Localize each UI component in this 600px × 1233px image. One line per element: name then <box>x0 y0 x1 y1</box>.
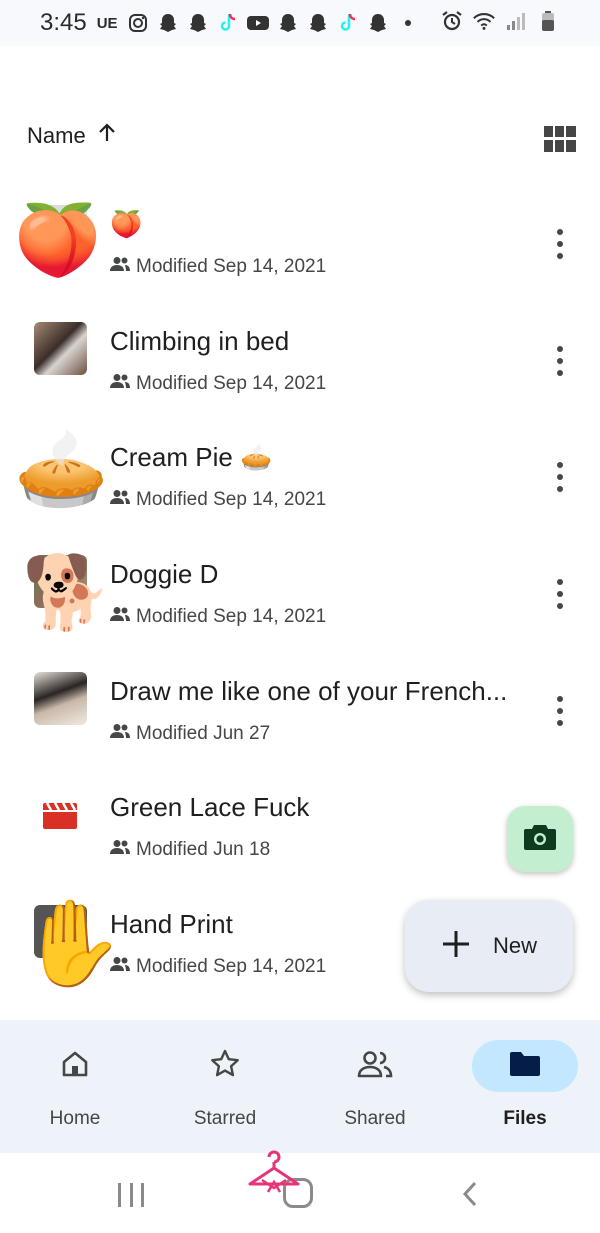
new-button[interactable]: New <box>405 900 573 992</box>
file-meta: Modified Sep 14, 2021 <box>110 256 326 278</box>
instagram-icon <box>126 11 150 35</box>
snapchat-icon <box>276 11 300 35</box>
battery-icon <box>536 9 560 33</box>
file-title: Doggie D <box>110 559 219 590</box>
nav-starred[interactable]: Starred <box>150 1020 300 1153</box>
nav-home-label: Home <box>49 1108 101 1129</box>
file-modified: Modified Sep 14, 2021 <box>136 956 327 978</box>
file-row[interactable]: 🍑 🍑 Modified Sep 14, 2021 <box>0 185 600 302</box>
more-options-icon[interactable] <box>550 462 570 493</box>
file-title: Climbing in bed <box>110 325 290 356</box>
file-row[interactable]: 🐕 Doggie D Modified Sep 14, 2021 <box>0 535 600 652</box>
raised-hand-emoji-icon: ✋ <box>20 896 125 991</box>
peach-emoji-icon: 🍑 <box>14 201 102 279</box>
nav-home[interactable]: Home <box>0 1020 150 1153</box>
file-thumbnail <box>34 671 87 725</box>
home-icon <box>60 1049 90 1084</box>
notification-icons <box>126 11 420 35</box>
arrow-up-icon <box>96 122 118 149</box>
file-title: Draw me like one of your French... <box>110 675 508 706</box>
more-options-icon[interactable] <box>550 229 570 259</box>
file-meta: Modified Sep 14, 2021 <box>110 606 326 628</box>
folder-icon <box>508 1050 542 1083</box>
nav-home-pill <box>22 1040 128 1092</box>
video-file-icon <box>43 802 77 834</box>
file-thumbnail <box>34 321 87 375</box>
file-row[interactable]: 🥧 Cream Pie 🥧 Modified Sep 14, 2021 <box>0 418 600 535</box>
snapchat-icon <box>306 11 330 35</box>
new-button-label: New <box>492 933 537 958</box>
people-icon <box>356 1049 394 1084</box>
bottom-navigation: Home Starred Shared Files <box>0 1020 600 1153</box>
file-row[interactable]: Draw me like one of your French... Modif… <box>0 652 600 769</box>
shared-people-icon <box>110 606 130 628</box>
dot-icon <box>396 11 420 35</box>
file-meta: Modified Sep 14, 2021 <box>110 489 326 511</box>
status-carrier: UE <box>96 14 118 32</box>
status-time: 3:45 <box>40 9 87 36</box>
signal-icon <box>504 9 528 33</box>
file-meta: Modified Jun 27 <box>110 723 270 745</box>
drive-files-screen: 3:45 UE Name 🍑 🍑 Modified Sep 14, 2021 C… <box>0 0 600 1233</box>
file-meta: Modified Sep 14, 2021 <box>110 956 326 978</box>
back-button[interactable] <box>456 1179 486 1209</box>
file-modified: Modified Sep 14, 2021 <box>136 489 327 511</box>
alarm-icon <box>440 9 464 33</box>
nav-starred-pill <box>172 1040 278 1092</box>
camera-icon <box>523 823 557 856</box>
wifi-icon <box>472 9 496 33</box>
recent-apps-button[interactable] <box>118 1183 144 1207</box>
nav-shared[interactable]: Shared <box>300 1020 450 1153</box>
shared-people-icon <box>110 723 130 745</box>
file-meta: Modified Sep 14, 2021 <box>110 373 326 395</box>
file-title: 🍑 <box>110 209 143 239</box>
star-icon <box>209 1048 241 1085</box>
shared-people-icon <box>110 839 130 861</box>
file-modified: Modified Jun 18 <box>136 839 271 861</box>
youtube-icon <box>246 11 270 35</box>
system-status-icons <box>440 9 560 33</box>
file-modified: Modified Sep 14, 2021 <box>136 372 327 394</box>
grid-view-icon[interactable] <box>544 126 576 152</box>
more-options-icon[interactable] <box>550 345 570 376</box>
snapchat-icon <box>186 11 210 35</box>
nav-shared-label: Shared <box>344 1108 406 1129</box>
shared-people-icon <box>110 373 130 395</box>
tiktok-icon <box>336 11 360 35</box>
nav-files-pill <box>472 1040 578 1092</box>
file-row[interactable]: Climbing in bed Modified Sep 14, 2021 <box>0 302 600 419</box>
file-modified: Modified Sep 14, 2021 <box>136 606 327 628</box>
shared-people-icon <box>110 256 130 278</box>
shared-people-icon <box>110 489 130 511</box>
file-title: Green Lace Fuck <box>110 792 310 823</box>
more-options-icon[interactable] <box>550 695 570 726</box>
scan-camera-button[interactable] <box>507 806 573 872</box>
dog-emoji-icon: 🐕 <box>22 553 112 634</box>
plus-icon <box>441 929 471 964</box>
hanger-overlay-icon <box>246 1150 302 1206</box>
status-bar: 3:45 UE <box>0 0 600 46</box>
sort-label: Name <box>27 122 86 148</box>
file-title: Hand Print <box>110 909 233 940</box>
snapchat-icon <box>156 11 180 35</box>
snapchat-icon <box>366 11 390 35</box>
tiktok-icon <box>216 11 240 35</box>
sort-by-name-button[interactable]: Name <box>27 122 118 149</box>
nav-files[interactable]: Files <box>450 1020 600 1153</box>
file-list: 🍑 🍑 Modified Sep 14, 2021 Climbing in be… <box>0 185 600 1002</box>
nav-shared-pill <box>322 1040 428 1092</box>
nav-starred-label: Starred <box>193 1108 257 1129</box>
file-modified: Modified Sep 14, 2021 <box>136 256 327 277</box>
nav-files-label: Files <box>503 1108 547 1129</box>
more-options-icon[interactable] <box>550 579 570 610</box>
shared-people-icon <box>110 956 130 978</box>
file-title: Cream Pie 🥧 <box>110 442 273 473</box>
file-meta: Modified Jun 18 <box>110 839 270 861</box>
pie-emoji-icon: 🥧 <box>14 427 109 513</box>
file-modified: Modified Jun 27 <box>136 722 271 744</box>
